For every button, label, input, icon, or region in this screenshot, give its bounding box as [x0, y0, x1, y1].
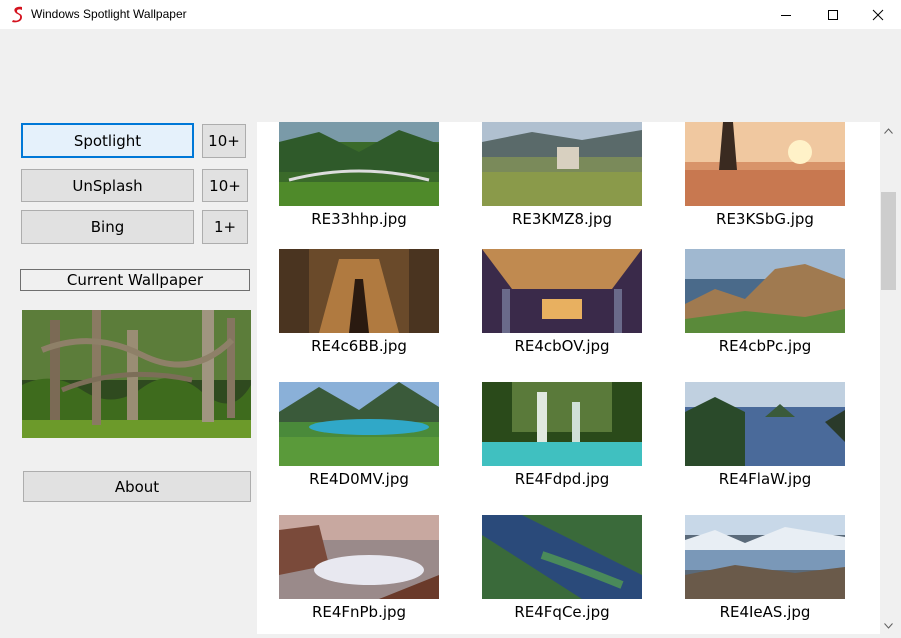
- minimize-icon: [781, 14, 791, 16]
- filename-label: RE3KMZ8.jpg: [511, 210, 613, 228]
- thumbnail-re4cbpc[interactable]: [685, 249, 845, 333]
- gallery-scrollbar[interactable]: [880, 122, 897, 634]
- about-button[interactable]: About: [23, 471, 251, 502]
- thumbnail-re4flaw[interactable]: [685, 382, 845, 466]
- scroll-up-button[interactable]: [880, 122, 897, 139]
- filename-label: RE4FlaW.jpg: [718, 470, 812, 488]
- thumbnail-re4d0mv[interactable]: [279, 382, 439, 466]
- spotlight-button[interactable]: Spotlight: [21, 123, 194, 158]
- thumbnail-re4c6bb[interactable]: [279, 249, 439, 333]
- scroll-down-button[interactable]: [880, 617, 897, 634]
- bing-count-button[interactable]: 1+: [202, 210, 248, 244]
- thumbnail-re4fdpd[interactable]: [482, 382, 642, 466]
- scrollbar-thumb[interactable]: [881, 192, 896, 290]
- window-title: Windows Spotlight Wallpaper: [31, 7, 187, 21]
- filename-label: RE3KSbG.jpg: [716, 210, 814, 228]
- title-bar: Windows Spotlight Wallpaper: [0, 0, 901, 29]
- filename-label: RE4c6BB.jpg: [311, 337, 407, 355]
- thumbnail-re33hhp[interactable]: [279, 122, 439, 206]
- thumbnail-re4fqce[interactable]: [482, 515, 642, 599]
- filename-label: RE4D0MV.jpg: [309, 470, 409, 488]
- spotlight-count-button[interactable]: 10+: [202, 124, 246, 158]
- thumbnail-re4fnpb[interactable]: [279, 515, 439, 599]
- bing-button[interactable]: Bing: [21, 210, 194, 244]
- thumbnail-re4ieas[interactable]: [685, 515, 845, 599]
- filename-label: RE33hhp.jpg: [311, 210, 407, 228]
- filename-label: RE4FnPb.jpg: [311, 603, 407, 621]
- maximize-icon: [828, 9, 838, 20]
- unsplash-count-button[interactable]: 10+: [202, 169, 248, 202]
- chevron-down-icon: [884, 622, 893, 629]
- close-icon: [872, 9, 884, 20]
- filename-label: RE4IeAS.jpg: [719, 603, 811, 621]
- thumbnail-re4cbov[interactable]: [482, 249, 642, 333]
- filename-label: RE4Fdpd.jpg: [514, 470, 610, 488]
- chevron-up-icon: [884, 127, 893, 134]
- unsplash-button[interactable]: UnSplash: [21, 169, 194, 202]
- current-wallpaper-image: [22, 310, 251, 438]
- thumbnail-re3ksbg[interactable]: [685, 122, 845, 206]
- filename-label: RE4cbOV.jpg: [514, 337, 610, 355]
- app-logo-icon: [12, 6, 22, 23]
- minimize-button[interactable]: [763, 0, 809, 29]
- filename-label: RE4cbPc.jpg: [718, 337, 812, 355]
- current-wallpaper-label[interactable]: Current Wallpaper: [20, 269, 250, 291]
- thumbnail-re3kmz8[interactable]: [482, 122, 642, 206]
- maximize-button[interactable]: [810, 0, 856, 29]
- filename-label: RE4FqCe.jpg: [514, 603, 610, 621]
- wallpaper-gallery[interactable]: RE33hhp.jpg RE3KMZ8.jpg RE3KSbG.jpg RE4c…: [257, 122, 880, 634]
- close-button[interactable]: [855, 0, 901, 29]
